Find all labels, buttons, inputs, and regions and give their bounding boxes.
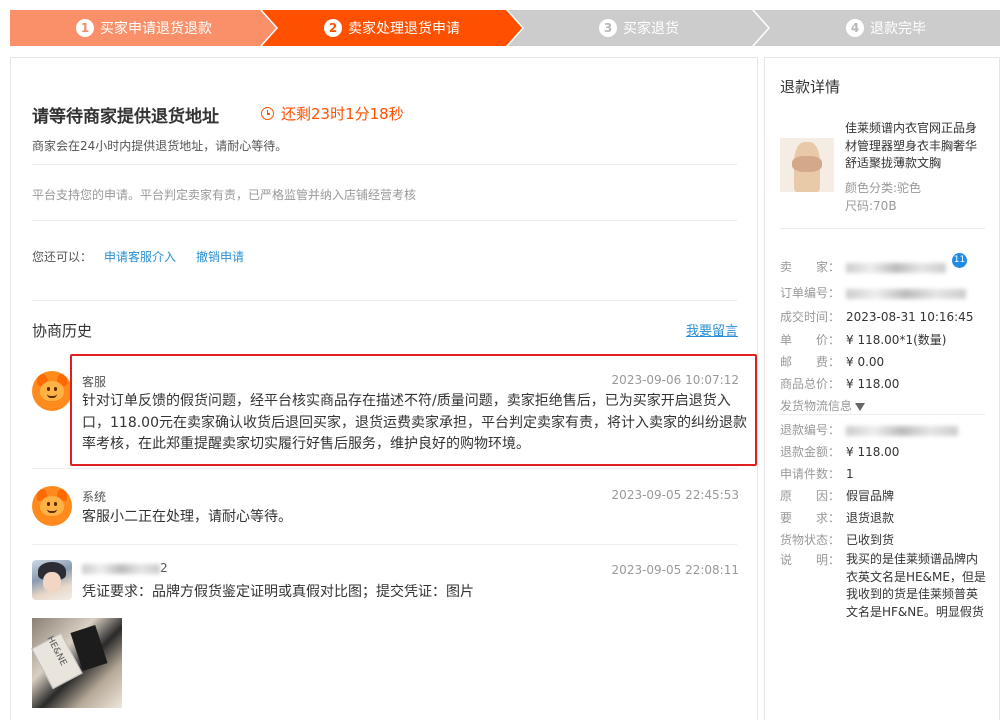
- divider: [32, 164, 737, 165]
- step-1-number: 1: [76, 19, 94, 37]
- masked-username: [82, 563, 160, 574]
- highlight-box: [70, 354, 757, 466]
- countdown: 还剩23时1分18秒: [261, 103, 404, 124]
- step-2-number: 2: [324, 19, 342, 37]
- platform-notice: 平台支持您的申请。平台判定卖家有责，已严格监管并纳入店铺经营考核: [32, 188, 417, 202]
- logistics-toggle[interactable]: 发货物流信息: [780, 397, 866, 414]
- masked-seller: [846, 262, 946, 273]
- step-4: 4 退款完毕: [846, 10, 926, 46]
- step-1-label: 买家申请退货退款: [100, 21, 212, 37]
- field-note: 说 明： 我买的是佳莱频谱品牌内衣英文名是HE&ME，但是我收到的货是佳莱频普英文…: [780, 552, 986, 619]
- main-panel: 请等待商家提供退货地址 还剩23时1分18秒 商家会在24小时内提供退货地址，请…: [10, 57, 758, 720]
- proof-tag-text: HE&NE: [44, 634, 69, 668]
- product-color: 颜色分类:驼色: [845, 181, 922, 195]
- field-refund-amount: 退款金额： ¥ 118.00: [780, 445, 900, 459]
- refund-page: 1 买家申请退货退款 2 卖家处理退货申请 3 买家退货 4 退款完毕 请等待商…: [0, 0, 1003, 723]
- field-postage: 邮 费： ¥ 0.00: [780, 355, 885, 369]
- divider: [32, 300, 737, 301]
- field-goods-status: 货物状态： 已收到货: [780, 533, 895, 547]
- apply-service-link[interactable]: 申请客服介入: [104, 248, 176, 265]
- action-links: 您还可以： 申请客服介入 撤销申请: [32, 248, 244, 265]
- step-2: 2 卖家处理退货申请: [324, 10, 460, 46]
- clock-icon: [261, 107, 274, 120]
- step-2-label: 卖家处理退货申请: [348, 21, 460, 37]
- masked-order-no: [846, 288, 966, 299]
- field-request: 要 求： 退货退款: [780, 511, 895, 525]
- step-1: 1 买家申请退货退款: [76, 10, 212, 46]
- record-2-time: 2023-09-05 22:45:53: [611, 488, 739, 502]
- history-title: 协商历史: [32, 322, 93, 340]
- record-2-name: 系统: [82, 490, 107, 504]
- refund-detail-panel: 退款详情 佳莱频谱内衣官网正品身材管理器塑身衣丰胸奢华舒适聚拢薄款文胸 颜色分类…: [764, 57, 1000, 720]
- progress-steps: 1 买家申请退货退款 2 卖家处理退货申请 3 买家退货 4 退款完毕: [10, 10, 1000, 46]
- divider: [32, 220, 737, 221]
- field-order-no: 订单编号：: [780, 284, 966, 301]
- divider: [32, 468, 737, 469]
- caret-down-icon: [855, 402, 866, 411]
- step-4-label: 退款完毕: [870, 21, 926, 37]
- actions-lead: 您还可以：: [32, 250, 93, 264]
- product-size: 尺码:70B: [845, 199, 897, 213]
- leave-message-link[interactable]: 我要留言: [686, 320, 738, 339]
- field-reason: 原 因： 假冒品牌: [780, 489, 895, 503]
- step-3: 3 买家退货: [599, 10, 679, 46]
- proof-image[interactable]: HE&NE: [31, 618, 122, 708]
- step-4-number: 4: [846, 19, 864, 37]
- countdown-text: 还剩23时1分18秒: [281, 105, 404, 123]
- field-total: 商品总价： ¥ 118.00: [780, 377, 900, 391]
- record-2-text: 客服小二正在处理，请耐心等待。: [82, 509, 292, 525]
- chat-badge[interactable]: 11: [952, 253, 967, 268]
- divider: [780, 414, 985, 415]
- record-3-time: 2023-09-05 22:08:11: [611, 563, 739, 577]
- field-apply-count: 申请件数： 1: [780, 467, 854, 481]
- status-description: 商家会在24小时内提供退货地址，请耐心等待。: [32, 139, 288, 153]
- field-price: 单 价： ¥ 118.00*1(数量): [780, 333, 947, 347]
- system-avatar: [32, 486, 72, 526]
- buyer-avatar: [32, 560, 72, 600]
- field-deal-time: 成交时间： 2023-08-31 10:16:45: [780, 310, 974, 324]
- field-refund-no: 退款编号：: [780, 421, 958, 438]
- product-name[interactable]: 佳莱频谱内衣官网正品身材管理器塑身衣丰胸奢华舒适聚拢薄款文胸: [845, 120, 985, 173]
- product-image[interactable]: [780, 138, 834, 192]
- divider: [32, 544, 737, 545]
- record-3-text: 凭证要求：品牌方假货鉴定证明或真假对比图；提交凭证：图片: [82, 584, 474, 600]
- sidebar-title: 退款详情: [780, 78, 841, 96]
- masked-refund-no: [846, 425, 958, 436]
- cancel-application-link[interactable]: 撤销申请: [196, 248, 244, 265]
- record-3-name: 2: [82, 561, 168, 575]
- record-3-name-suffix: 2: [160, 561, 168, 575]
- step-3-number: 3: [599, 19, 617, 37]
- service-avatar: [32, 371, 72, 411]
- status-title: 请等待商家提供退货地址: [32, 107, 219, 127]
- field-seller: 卖 家：: [780, 258, 946, 275]
- divider: [780, 228, 985, 229]
- step-3-label: 买家退货: [623, 21, 679, 37]
